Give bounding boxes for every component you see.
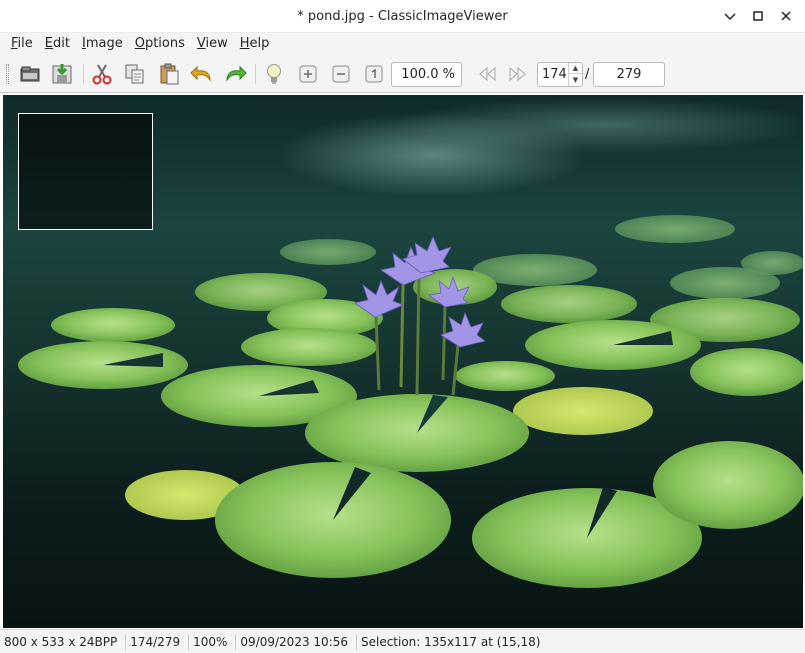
menu-edit-label: dit [53,36,70,51]
minimize-icon[interactable] [720,6,740,26]
menu-image[interactable]: Image [76,33,129,55]
zoom-out-icon[interactable] [329,62,353,86]
undo-icon[interactable] [190,62,214,86]
menu-edit-accel: E [44,36,53,51]
next-icon[interactable] [506,62,530,86]
total-pages-value: 279 [616,67,642,82]
toolbar: 100.0 % 174 ▲ ▼ / 279 [0,55,805,93]
zoom-value: 100.0 % [401,67,455,82]
original-size-icon[interactable] [362,62,386,86]
toolbar-separator [83,64,84,84]
status-bar: 800 x 533 x 24BPP 174/279 100% 09/09/202… [0,629,805,653]
total-pages-field: 279 [593,62,665,87]
menu-file[interactable]: File [5,33,39,55]
lightbulb-icon[interactable] [262,62,286,86]
page-spinner: ▲ ▼ [568,63,582,86]
menu-options[interactable]: Options [129,33,191,55]
window-title: * pond.jpg - ClassicImageViewer [297,9,508,24]
paste-icon[interactable] [157,62,181,86]
cut-icon[interactable] [90,62,114,86]
redo-icon[interactable] [223,62,247,86]
menu-options-accel: O [134,36,145,51]
toolbar-grip[interactable] [6,64,9,84]
selection-rectangle[interactable] [18,113,153,230]
title-bar: * pond.jpg - ClassicImageViewer [0,0,805,33]
menu-image-label: mage [85,36,123,51]
zoom-in-icon[interactable] [296,62,320,86]
spin-down-icon[interactable]: ▼ [569,74,582,85]
menu-bar: File Edit Image Options View Help [0,33,805,55]
menu-view[interactable]: View [191,33,234,55]
page-separator: / [585,67,590,82]
spin-up-icon[interactable]: ▲ [569,63,582,74]
status-datetime: 09/09/2023 10:56 [236,633,357,650]
status-position: 174/279 [126,633,190,650]
image-canvas[interactable] [3,95,803,628]
status-selection: Selection: 135x117 at (15,18) [360,634,541,649]
menu-help[interactable]: Help [234,33,276,55]
save-icon[interactable] [50,62,74,86]
menu-help-accel: H [239,36,250,51]
open-icon[interactable] [18,62,42,86]
page-number-value: 174 [542,67,567,82]
copy-icon[interactable] [123,62,147,86]
menu-options-label: ptions [144,36,185,51]
status-dimensions: 800 x 533 x 24BPP [0,633,127,650]
status-zoom: 100% [189,633,237,650]
page-number-spinbox[interactable]: 174 ▲ ▼ [537,62,583,87]
menu-view-label: iew [205,36,228,51]
menu-edit[interactable]: Edit [39,33,76,55]
maximize-icon[interactable] [748,6,768,26]
menu-file-label: ile [17,36,33,51]
close-icon[interactable] [776,6,796,26]
toolbar-separator [255,64,256,84]
zoom-input[interactable]: 100.0 % [391,62,462,87]
menu-help-label: elp [249,36,270,51]
previous-icon[interactable] [475,62,499,86]
